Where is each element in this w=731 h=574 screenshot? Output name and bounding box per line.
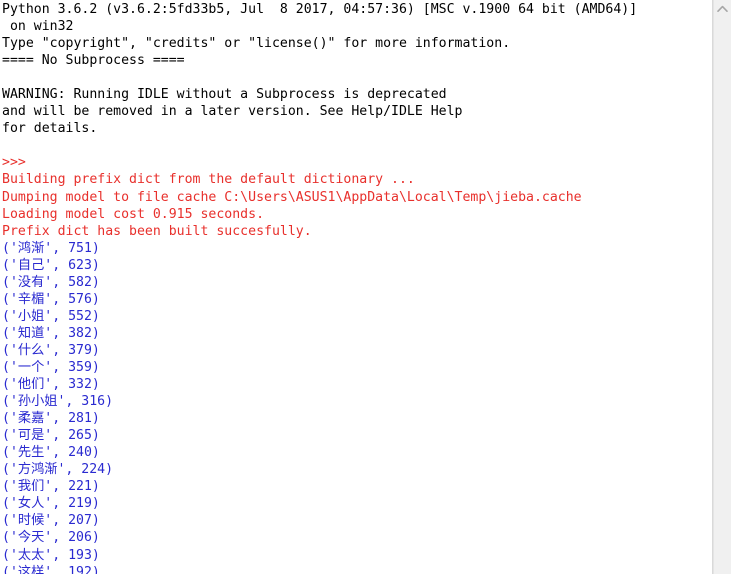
console-line: for details. xyxy=(2,121,98,137)
console-line: ('我们', 221) xyxy=(2,479,100,495)
console-line: ('太太', 193) xyxy=(2,547,100,563)
console-line: ('可是', 265) xyxy=(2,428,100,444)
console-line: ('时候', 207) xyxy=(2,513,100,529)
console-line: Python 3.6.2 (v3.6.2:5fd33b5, Jul 8 2017… xyxy=(2,2,638,17)
shell-output-console[interactable]: Python 3.6.2 (v3.6.2:5fd33b5, Jul 8 2017… xyxy=(0,0,713,574)
console-line: ('他们', 332) xyxy=(2,377,100,393)
console-line: ('没有', 582) xyxy=(2,274,100,290)
console-line: ('鸿渐', 751) xyxy=(2,240,100,256)
console-line: ('先生', 240) xyxy=(2,445,100,461)
vertical-scrollbar[interactable] xyxy=(713,0,731,574)
console-line: ('方鸿渐', 224) xyxy=(2,462,114,478)
console-line: ('知道', 382) xyxy=(2,325,100,341)
console-line: ('今天', 206) xyxy=(2,530,100,546)
scroll-up-button[interactable] xyxy=(714,0,731,18)
chevron-up-icon xyxy=(717,5,728,13)
console-line-list: Python 3.6.2 (v3.6.2:5fd33b5, Jul 8 2017… xyxy=(2,1,713,574)
console-line: ('自己', 623) xyxy=(2,257,100,273)
console-line: Dumping model to file cache C:\Users\ASU… xyxy=(2,189,582,205)
console-line: Loading model cost 0.915 seconds. xyxy=(2,206,265,222)
console-line: ('一个', 359) xyxy=(2,359,100,375)
console-line: ('什么', 379) xyxy=(2,342,100,358)
console-line: and will be removed in a later version. … xyxy=(2,104,463,120)
console-line: WARNING: Running IDLE without a Subproce… xyxy=(2,87,447,103)
console-line: Building prefix dict from the default di… xyxy=(2,172,415,188)
console-line: Prefix dict has been built succesfully. xyxy=(2,223,312,239)
console-line: ('柔嘉', 281) xyxy=(2,411,100,427)
console-line: Type "copyright", "credits" or "license(… xyxy=(2,36,511,52)
console-line: ('这样', 192) xyxy=(2,564,100,574)
python-idle-shell-window: Python 3.6.2 (v3.6.2:5fd33b5, Jul 8 2017… xyxy=(0,0,731,574)
console-line: ('辛楣', 576) xyxy=(2,291,100,307)
console-line: ('孙小姐', 316) xyxy=(2,394,114,410)
console-line: ('女人', 219) xyxy=(2,496,100,512)
console-line: on win32 xyxy=(2,19,74,35)
console-line: ==== No Subprocess ==== xyxy=(2,53,185,69)
console-line: >>> xyxy=(2,155,26,171)
scrollbar-track[interactable] xyxy=(714,18,731,574)
console-line: ('小姐', 552) xyxy=(2,308,100,324)
